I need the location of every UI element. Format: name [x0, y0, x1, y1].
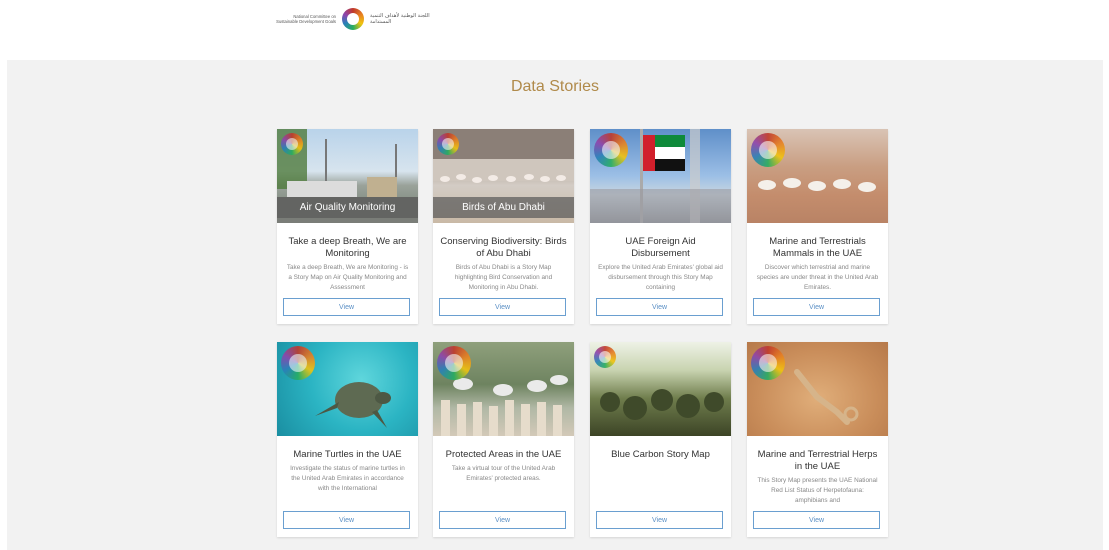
card-title: Marine and Terrestrial Herps in the UAE: [757, 449, 878, 472]
chameleon-photo: [747, 342, 888, 436]
card-description: Take a virtual tour of the United Arab E…: [451, 465, 556, 482]
uae-flag-photo: [590, 129, 731, 223]
ncsdg-logo[interactable]: National Committee on Sustainable Develo…: [272, 6, 430, 32]
sdg-badge-icon: [437, 133, 459, 155]
card-description: This Story Map presents the UAE National…: [757, 477, 878, 504]
card-title: Protected Areas in the UAE: [445, 449, 562, 460]
story-card-birds[interactable]: Birds of Abu Dhabi Conserving Biodiversi…: [433, 129, 574, 324]
view-button[interactable]: View: [439, 298, 566, 316]
story-card-mammals[interactable]: Marine and Terrestrials Mammals in the U…: [747, 129, 888, 324]
card-description: Birds of Abu Dhabi is a Story Map highli…: [454, 264, 553, 291]
card-title: Marine Turtles in the UAE: [293, 449, 402, 460]
card-description: Investigate the status of marine turtles…: [290, 465, 405, 492]
card-description: Take a deep Breath, We are Monitoring - …: [286, 264, 409, 291]
card-description: Explore the United Arab Emirates' global…: [598, 264, 723, 291]
logo-english-text: National Committee on Sustainable Develo…: [276, 14, 336, 24]
turtle-photo: [277, 342, 418, 436]
card-title: Take a deep Breath, We are Monitoring: [288, 236, 407, 259]
story-card-air-quality[interactable]: Air Quality Monitoring Take a deep Breat…: [277, 129, 418, 324]
site-header: National Committee on Sustainable Develo…: [0, 0, 1109, 60]
view-button[interactable]: View: [283, 298, 410, 316]
sdg-badge-icon: [594, 133, 628, 167]
image-caption: Birds of Abu Dhabi: [433, 197, 574, 218]
card-title: UAE Foreign Aid Disbursement: [625, 236, 696, 259]
view-button[interactable]: View: [596, 511, 723, 529]
story-card-foreign-aid[interactable]: UAE Foreign Aid Disbursement Explore the…: [590, 129, 731, 324]
story-card-blue-carbon[interactable]: Blue Carbon Story Map View: [590, 342, 731, 537]
view-button[interactable]: View: [596, 298, 723, 316]
logo-arabic-text: اللجنة الوطنية لأهداف التنمية المستدامة: [370, 13, 430, 25]
sdg-badge-icon: [751, 133, 785, 167]
view-button[interactable]: View: [753, 511, 880, 529]
gulls-photo: [433, 342, 574, 436]
sdg-wheel-icon: [342, 8, 364, 30]
sdg-badge-icon: [437, 346, 471, 380]
image-caption: Air Quality Monitoring: [277, 197, 418, 218]
view-button[interactable]: View: [439, 511, 566, 529]
card-description: Discover which terrestrial and marine sp…: [756, 264, 879, 291]
card-title: Marine and Terrestrials Mammals in the U…: [769, 236, 866, 259]
oryx-photo: [747, 129, 888, 223]
story-card-protected-areas[interactable]: Protected Areas in the UAE Take a virtua…: [433, 342, 574, 537]
story-card-herps[interactable]: Marine and Terrestrial Herps in the UAE …: [747, 342, 888, 537]
air-quality-photo: Air Quality Monitoring: [277, 129, 418, 223]
data-stories-section: Data Stories Air Quality Monitoring Take…: [7, 60, 1103, 550]
view-button[interactable]: View: [283, 511, 410, 529]
page-title: Data Stories: [510, 78, 600, 95]
view-button[interactable]: View: [753, 298, 880, 316]
card-title: Conserving Biodiversity: Birds of Abu Dh…: [440, 236, 567, 259]
sdg-badge-icon: [281, 346, 315, 380]
mangrove-photo: [590, 342, 731, 436]
sdg-badge-icon: [281, 133, 303, 155]
sdg-badge-icon: [751, 346, 785, 380]
card-title: Blue Carbon Story Map: [611, 449, 710, 460]
story-card-turtles[interactable]: Marine Turtles in the UAE Investigate th…: [277, 342, 418, 537]
flamingos-photo: Birds of Abu Dhabi: [433, 129, 574, 223]
sdg-badge-icon: [594, 346, 616, 368]
